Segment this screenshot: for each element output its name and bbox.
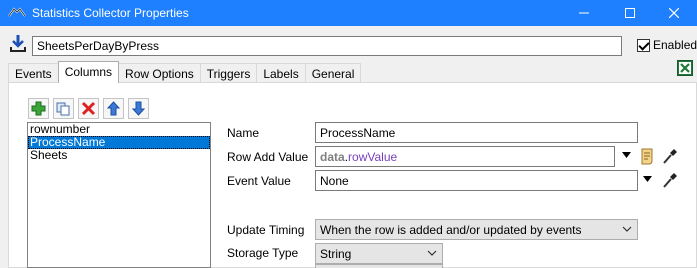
storage-type-label: Storage Type bbox=[227, 246, 299, 260]
title-bar: Statistics Collector Properties bbox=[0, 0, 697, 26]
tab-events[interactable]: Events bbox=[8, 63, 59, 83]
window-title: Statistics Collector Properties bbox=[32, 6, 189, 20]
maximize-icon bbox=[625, 8, 635, 18]
update-timing-label: Update Timing bbox=[227, 223, 305, 237]
minimize-icon bbox=[579, 12, 589, 14]
event-value-label: Event Value bbox=[227, 174, 291, 188]
chevron-down-icon bbox=[622, 226, 632, 232]
row-add-value-label: Row Add Value bbox=[227, 150, 309, 164]
object-name-row: Enabled bbox=[0, 26, 697, 62]
tab-general[interactable]: General bbox=[304, 63, 362, 83]
close-button[interactable] bbox=[651, 0, 697, 26]
update-timing-value: When the row is added and/or updated by … bbox=[320, 223, 582, 237]
object-name-input[interactable] bbox=[32, 36, 622, 56]
chevron-down-icon bbox=[427, 250, 437, 256]
close-icon bbox=[669, 8, 679, 18]
eyedropper-icon[interactable] bbox=[662, 171, 678, 189]
storage-type-select[interactable]: String bbox=[315, 243, 443, 264]
storage-type-value: String bbox=[320, 247, 352, 261]
update-timing-select[interactable]: When the row is added and/or updated by … bbox=[315, 219, 638, 240]
tab-columns[interactable]: Columns bbox=[57, 61, 120, 83]
move-down-button[interactable] bbox=[128, 98, 149, 119]
script-icon[interactable] bbox=[639, 147, 655, 165]
column-name-input[interactable]: ProcessName bbox=[315, 122, 638, 143]
add-column-button[interactable] bbox=[28, 98, 49, 119]
add-icon bbox=[31, 101, 46, 116]
dropdown-arrow-icon[interactable] bbox=[622, 152, 631, 158]
move-up-button[interactable] bbox=[103, 98, 124, 119]
enabled-check[interactable] bbox=[637, 38, 650, 52]
eyedropper-icon[interactable] bbox=[662, 147, 678, 165]
move-down-icon bbox=[131, 101, 146, 116]
app-icon bbox=[8, 7, 26, 17]
delete-column-button[interactable] bbox=[78, 98, 99, 119]
columns-list[interactable]: rownumber ProcessName Sheets bbox=[27, 122, 211, 268]
tab-triggers[interactable]: Triggers bbox=[199, 63, 258, 83]
tab-row-options[interactable]: Row Options bbox=[118, 63, 201, 83]
code-property: rowValue bbox=[348, 150, 398, 164]
tab-strip: Events Columns Row Options Triggers Labe… bbox=[8, 61, 362, 83]
enabled-checkbox[interactable]: Enabled bbox=[637, 38, 697, 52]
download-icon bbox=[10, 35, 26, 52]
minimize-button[interactable] bbox=[561, 0, 607, 26]
delete-icon bbox=[81, 101, 96, 116]
move-up-icon bbox=[106, 101, 121, 116]
code-object: data bbox=[320, 150, 345, 164]
row-add-value-input[interactable]: data.rowValue bbox=[315, 146, 615, 167]
next-select-edge bbox=[315, 264, 443, 268]
duplicate-column-button[interactable] bbox=[53, 98, 74, 119]
maximize-button[interactable] bbox=[607, 0, 653, 26]
columns-toolbar bbox=[28, 98, 149, 119]
enabled-label: Enabled bbox=[653, 38, 697, 52]
tab-labels[interactable]: Labels bbox=[256, 63, 306, 83]
dropdown-arrow-icon[interactable] bbox=[643, 176, 652, 182]
duplicate-icon bbox=[56, 102, 70, 116]
list-item[interactable]: Sheets bbox=[28, 149, 210, 162]
excel-export-icon[interactable] bbox=[677, 60, 693, 76]
name-label: Name bbox=[227, 126, 260, 140]
event-value-input[interactable]: None bbox=[315, 170, 638, 191]
